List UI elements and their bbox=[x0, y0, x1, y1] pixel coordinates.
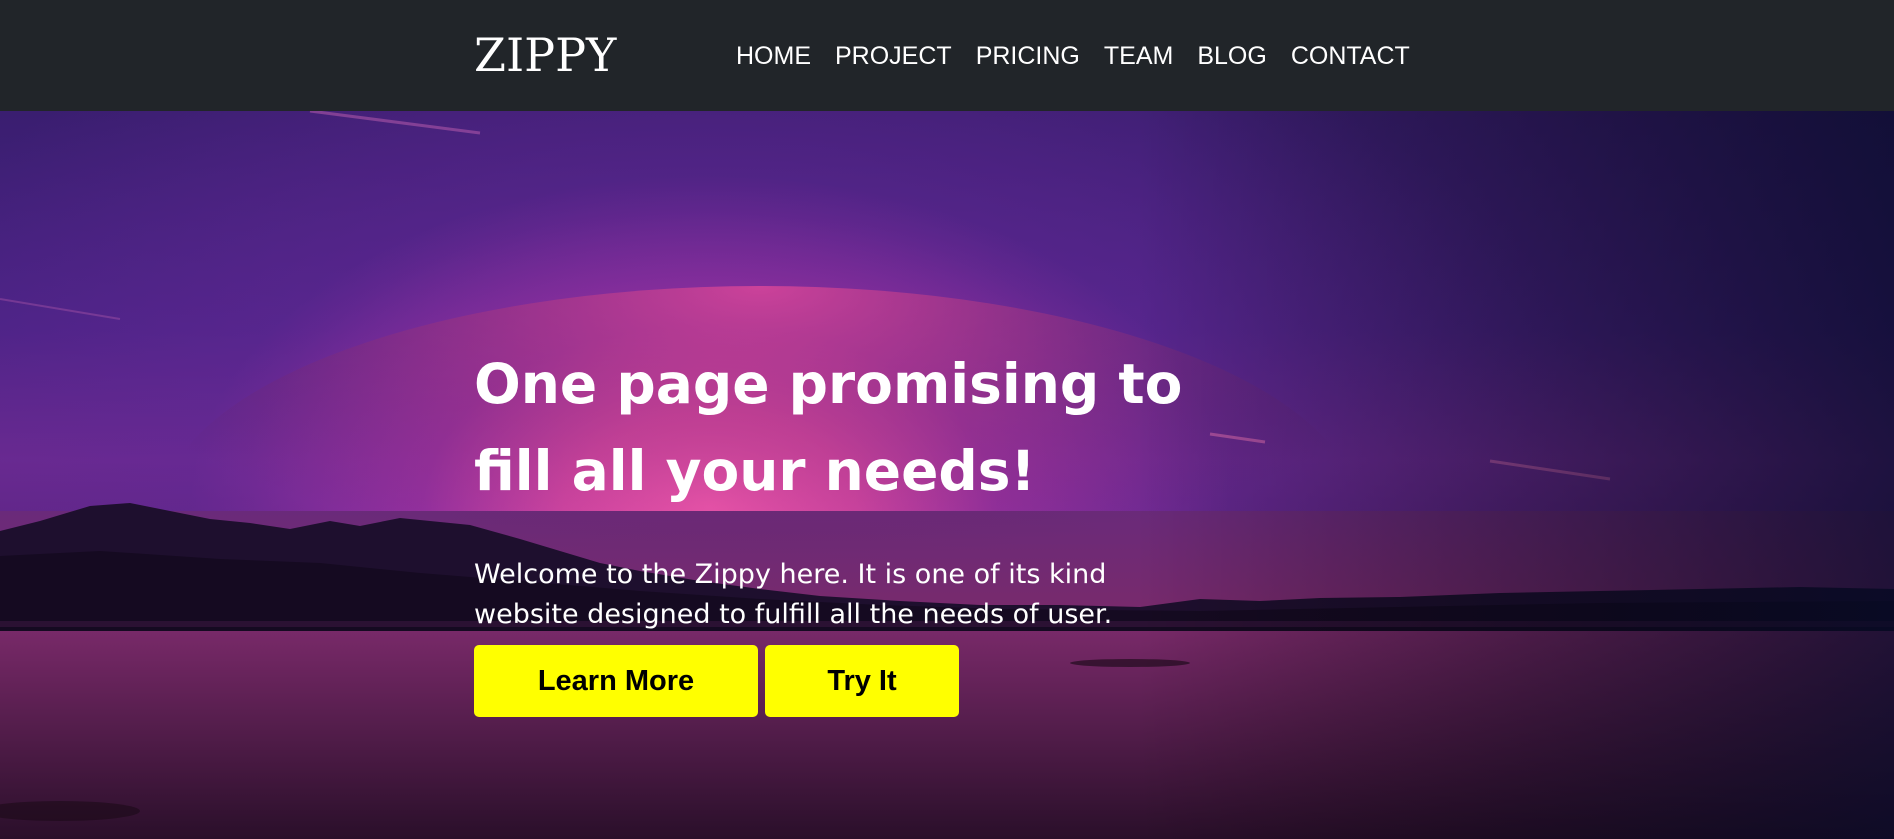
nav-pricing-link[interactable]: PRICING bbox=[964, 38, 1092, 74]
nav-home-link[interactable]: HOME bbox=[736, 38, 823, 74]
hero-content: One page promising to fill all your need… bbox=[474, 341, 1234, 717]
nav-team-link[interactable]: TEAM bbox=[1092, 38, 1185, 74]
try-it-button[interactable]: Try It bbox=[765, 645, 959, 717]
learn-more-button[interactable]: Learn More bbox=[474, 645, 758, 717]
hero-title: One page promising to fill all your need… bbox=[474, 352, 1183, 503]
brand-logo[interactable]: ZIPPY bbox=[474, 25, 616, 85]
hero-subtitle: Welcome to the Zippy here. It is one of … bbox=[474, 559, 1113, 630]
hero-button-group: Learn More Try It bbox=[474, 645, 1234, 717]
nav-contact-link[interactable]: CONTACT bbox=[1279, 38, 1422, 74]
nav-project-link[interactable]: PROJECT bbox=[823, 38, 964, 74]
main-nav: HOME PROJECT PRICING TEAM BLOG CONTACT bbox=[736, 38, 1422, 74]
navbar: ZIPPY HOME PROJECT PRICING TEAM BLOG CON… bbox=[0, 0, 1894, 111]
nav-blog-link[interactable]: BLOG bbox=[1185, 38, 1278, 74]
hero-section: One page promising to fill all your need… bbox=[0, 111, 1894, 839]
